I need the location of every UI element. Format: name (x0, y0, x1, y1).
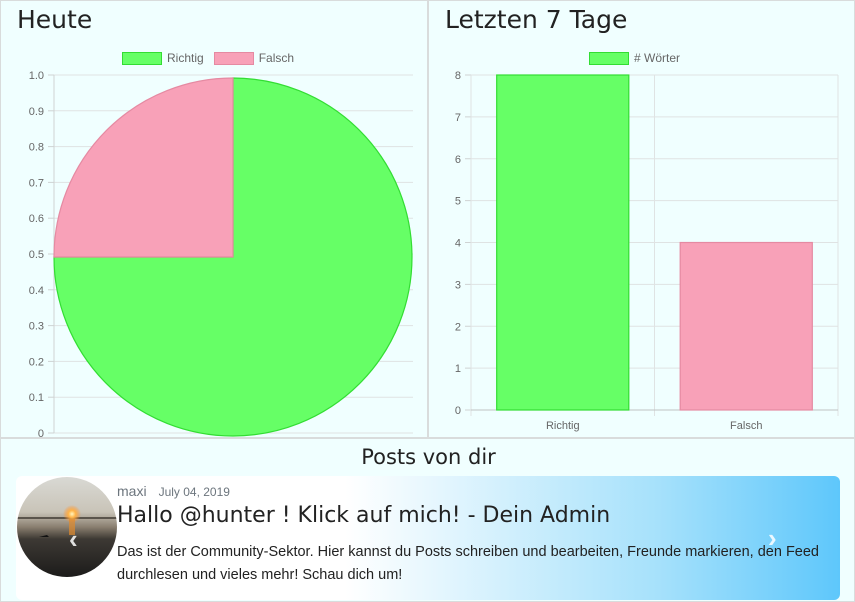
bar-chart[interactable]: 0 1 2 3 4 5 6 7 8 Richtig Falsch (429, 1, 855, 439)
pie-y-tick-label: 0.5 (29, 249, 44, 261)
pie-y-tick-label: 0.7 (29, 177, 44, 189)
bar-y-tick-label: 8 (455, 70, 461, 82)
pie-y-tick-label: 0.1 (29, 392, 44, 404)
pie-slice-falsch[interactable] (53, 77, 234, 258)
bar-y-tick-label: 0 (455, 405, 461, 417)
bar-x-tick-label: Richtig (546, 420, 580, 432)
post-card[interactable]: ‹ maxi July 04, 2019 Hallo @hunter ! Kli… (16, 476, 840, 600)
post-username[interactable]: maxi (117, 483, 147, 499)
bar-falsch[interactable] (679, 241, 813, 411)
post-title[interactable]: Hallo @hunter ! Klick auf mich! - Dein A… (117, 503, 610, 528)
pie-chart[interactable]: 00.10.20.30.40.50.60.70.80.91.0 (1, 1, 429, 439)
bar-y-tick-label: 4 (455, 238, 461, 250)
chevron-left-icon[interactable]: ‹ (69, 524, 78, 555)
chevron-right-icon[interactable]: › (768, 523, 777, 554)
post-meta: maxi July 04, 2019 (117, 483, 230, 499)
today-panel: Heute Richtig Falsch 0 0.1 0.2 0.3 0.4 0.5 0.6… (0, 0, 429, 439)
bar-y-tick-label: 1 (455, 363, 461, 375)
pie-y-tick-label: 0.9 (29, 106, 44, 118)
bar-x-tick-label: Falsch (730, 420, 762, 432)
week-panel: Letzten 7 Tage # Wörter 0 1 2 3 4 5 6 7 8 Richtig… (428, 0, 855, 438)
pie-y-tick-label: 0.6 (29, 213, 44, 225)
posts-title: Posts von dir (361, 445, 496, 469)
bar-y-tick-label: 5 (455, 196, 461, 208)
avatar-image (17, 477, 117, 577)
bar-y-tick-label: 3 (455, 279, 461, 291)
posts-panel: Posts von dir ‹ maxi July 04, 2019 Hallo… (0, 438, 855, 602)
bar-y-tick-label: 6 (455, 154, 461, 166)
pie-y-tick-label: 1.0 (29, 70, 44, 82)
bar-richtig[interactable] (496, 74, 630, 411)
bar-y-tick-label: 7 (455, 112, 461, 124)
pie-y-tick-label: 0.8 (29, 142, 44, 154)
avatar[interactable] (17, 477, 117, 577)
bar-y-tick-label: 2 (455, 321, 461, 333)
pie-y-tick-label: 0.4 (29, 285, 44, 297)
pie-y-tick-label: 0.3 (29, 321, 44, 333)
post-text: Das ist der Community-Sektor. Hier kanns… (117, 544, 819, 583)
pie-y-tick-label: 0.2 (29, 356, 44, 368)
post-date: July 04, 2019 (158, 485, 230, 499)
